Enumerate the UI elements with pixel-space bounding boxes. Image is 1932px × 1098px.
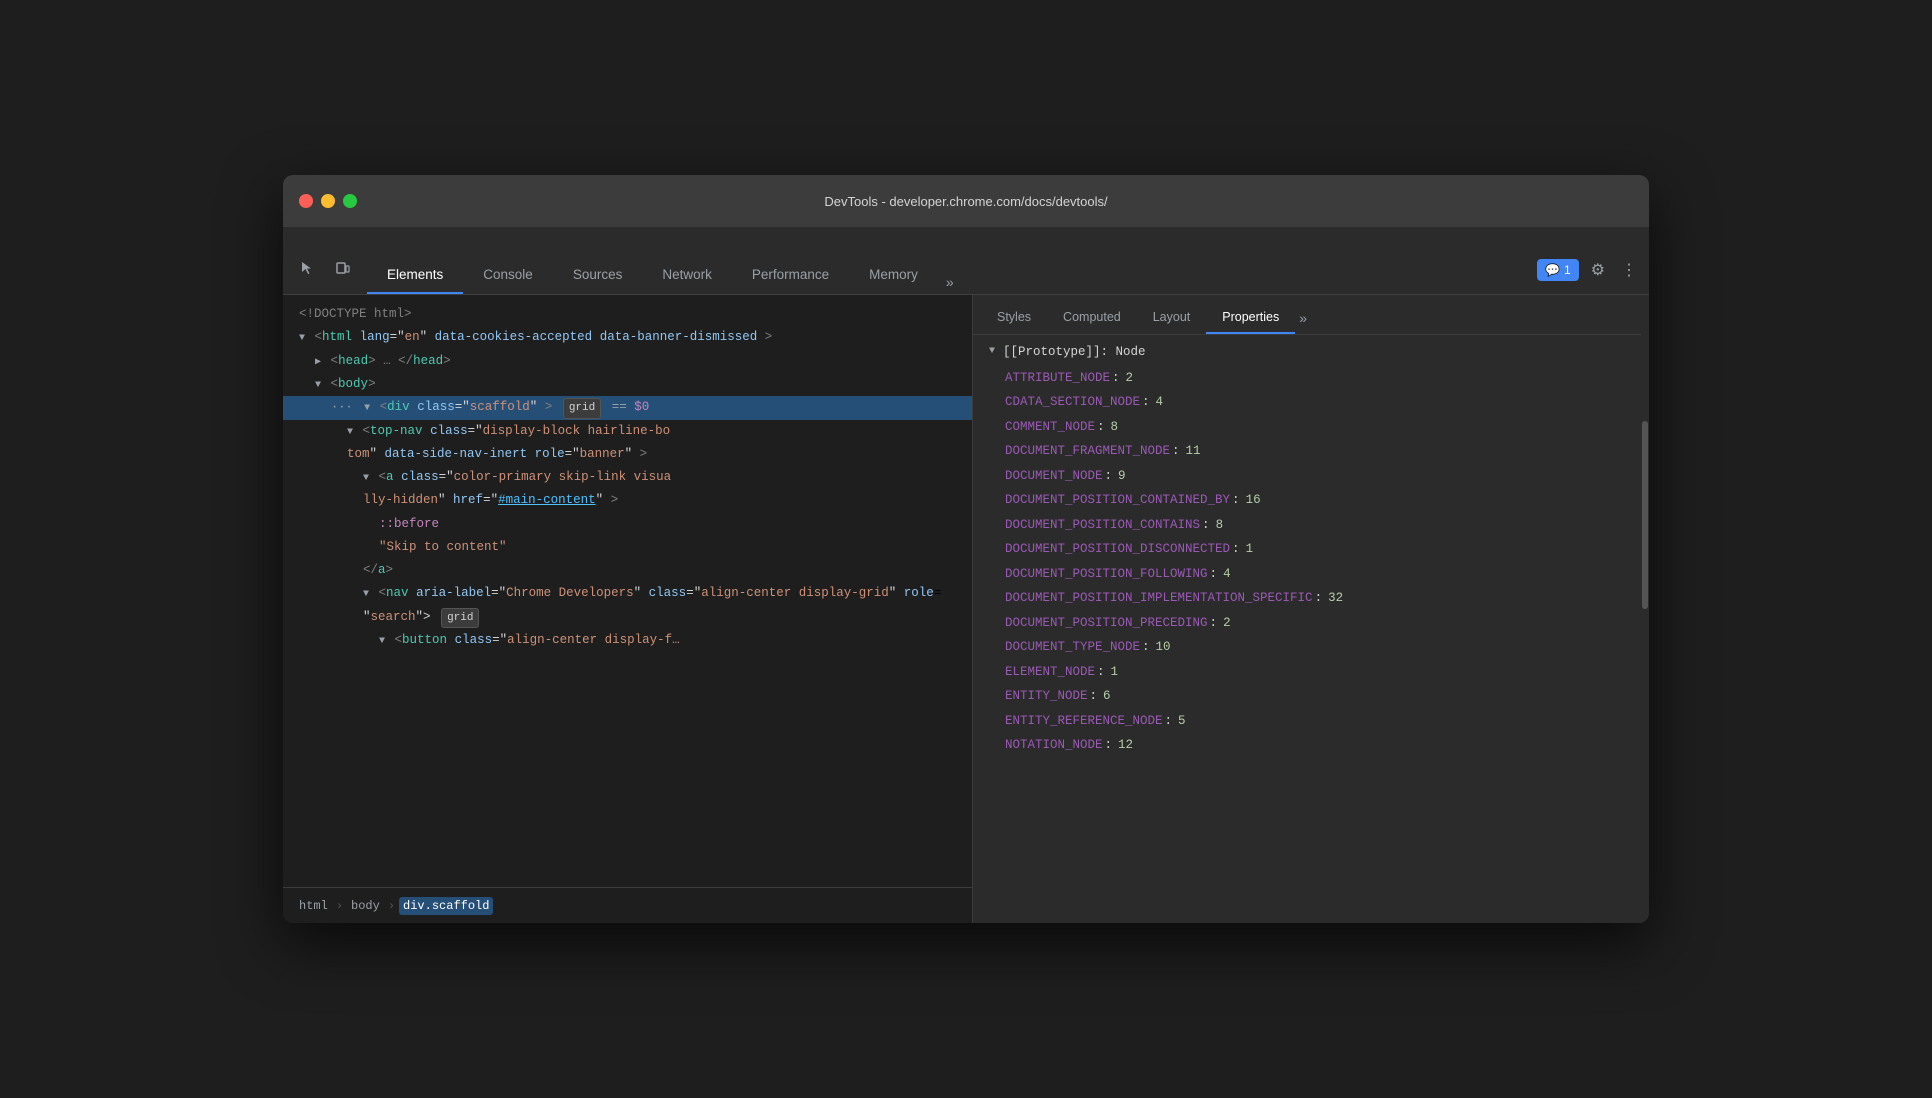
tab-sources[interactable]: Sources <box>553 257 643 294</box>
right-panel: Styles Computed Layout Properties » ▼ [[… <box>973 295 1649 923</box>
breadcrumb-html[interactable]: html <box>295 897 332 915</box>
prop-doc-pos-disconnected[interactable]: DOCUMENT_POSITION_DISCONNECTED : 1 <box>973 537 1649 562</box>
expand-arrow[interactable]: ▼ <box>299 333 305 344</box>
prop-doc-pos-preceding[interactable]: DOCUMENT_POSITION_PRECEDING : 2 <box>973 611 1649 636</box>
properties-content[interactable]: ▼ [[Prototype]]: Node ATTRIBUTE_NODE : 2… <box>973 335 1649 923</box>
prop-element-node[interactable]: ELEMENT_NODE : 1 <box>973 660 1649 685</box>
more-menu-icon[interactable]: ⋮ <box>1617 256 1641 284</box>
breadcrumb-scaffold[interactable]: div.scaffold <box>399 897 493 915</box>
breadcrumb-bar: html › body › div.scaffold <box>283 887 972 923</box>
tab-elements[interactable]: Elements <box>367 257 463 294</box>
expand-arrow[interactable]: ▼ <box>315 380 321 391</box>
dom-panel: <!DOCTYPE html> ▼ <html lang="en" data-c… <box>283 295 973 923</box>
tab-performance[interactable]: Performance <box>732 257 849 294</box>
expand-arrow[interactable]: ▼ <box>363 589 369 600</box>
prop-cdata-section-node[interactable]: CDATA_SECTION_NODE : 4 <box>973 390 1649 415</box>
dom-line-button[interactable]: ▼ <button class="align-center display-f… <box>283 629 972 652</box>
more-tabs-button[interactable]: » <box>938 270 962 294</box>
dom-line-scaffold[interactable]: ··· ▼ <div class="scaffold" > grid == $0 <box>283 396 972 420</box>
dom-line-doctype[interactable]: <!DOCTYPE html> <box>283 303 972 326</box>
minimize-button[interactable] <box>321 194 335 208</box>
settings-icon[interactable]: ⚙ <box>1587 256 1609 284</box>
tab-console[interactable]: Console <box>463 257 553 294</box>
expand-arrow[interactable]: ▼ <box>379 636 385 647</box>
prop-doc-type-node[interactable]: DOCUMENT_TYPE_NODE : 10 <box>973 635 1649 660</box>
dom-line-html[interactable]: ▼ <html lang="en" data-cookies-accepted … <box>283 326 972 349</box>
notification-count: 1 <box>1564 263 1571 277</box>
device-toggle-icon[interactable] <box>327 252 359 284</box>
notification-icon: 💬 <box>1545 263 1560 277</box>
grid-badge[interactable]: grid <box>563 398 601 419</box>
grid-badge-2[interactable]: grid <box>441 608 479 629</box>
traffic-lights <box>299 194 357 208</box>
proto-label: [[Prototype]]: Node <box>1003 341 1146 364</box>
dom-tree[interactable]: <!DOCTYPE html> ▼ <html lang="en" data-c… <box>283 295 972 887</box>
dom-line-nav[interactable]: ▼ <nav aria-label="Chrome Developers" cl… <box>283 582 972 605</box>
tab-bar-right: 💬 1 ⚙ ⋮ <box>1537 256 1641 294</box>
panel-tabs: Styles Computed Layout Properties » <box>973 295 1649 335</box>
tab-layout[interactable]: Layout <box>1137 302 1207 334</box>
dom-line-nav-cont[interactable]: "search"> grid <box>283 606 972 630</box>
dom-line-top-nav[interactable]: ▼ <top-nav class="display-block hairline… <box>283 420 972 443</box>
prop-doc-pos-impl[interactable]: DOCUMENT_POSITION_IMPLEMENTATION_SPECIFI… <box>973 586 1649 611</box>
notification-button[interactable]: 💬 1 <box>1537 259 1579 281</box>
expand-arrow[interactable]: ▶ <box>315 357 321 368</box>
tab-styles[interactable]: Styles <box>981 302 1047 334</box>
window-title: DevTools - developer.chrome.com/docs/dev… <box>824 194 1107 209</box>
close-button[interactable] <box>299 194 313 208</box>
expand-arrow[interactable]: ▼ <box>347 427 353 438</box>
maximize-button[interactable] <box>343 194 357 208</box>
dom-line-body[interactable]: ▼ <body> <box>283 373 972 396</box>
expand-arrow[interactable]: ▼ <box>364 403 370 414</box>
dom-line-before[interactable]: ::before <box>283 513 972 536</box>
tab-bar: Elements Console Sources Network Perform… <box>283 227 1649 295</box>
prop-doc-pos-contained[interactable]: DOCUMENT_POSITION_CONTAINED_BY : 16 <box>973 488 1649 513</box>
dom-line-a[interactable]: ▼ <a class="color-primary skip-link visu… <box>283 466 972 489</box>
prop-comment-node[interactable]: COMMENT_NODE : 8 <box>973 415 1649 440</box>
tab-network[interactable]: Network <box>642 257 732 294</box>
dots-btn[interactable]: ··· <box>331 400 353 414</box>
proto-section: ▼ [[Prototype]]: Node <box>973 339 1649 366</box>
dom-line-skip-text[interactable]: "Skip to content" <box>283 536 972 559</box>
dom-line-a-close[interactable]: </a> <box>283 559 972 582</box>
prop-notation-node[interactable]: NOTATION_NODE : 12 <box>973 733 1649 758</box>
tool-icons <box>291 252 359 294</box>
expand-arrow[interactable]: ▼ <box>363 473 369 484</box>
prop-attribute-node[interactable]: ATTRIBUTE_NODE : 2 <box>973 366 1649 391</box>
scrollbar-track[interactable] <box>1641 295 1649 923</box>
more-panel-tabs[interactable]: » <box>1295 302 1311 334</box>
tab-computed[interactable]: Computed <box>1047 302 1137 334</box>
prop-doc-pos-contains[interactable]: DOCUMENT_POSITION_CONTAINS : 8 <box>973 513 1649 538</box>
prop-doc-node[interactable]: DOCUMENT_NODE : 9 <box>973 464 1649 489</box>
prop-doc-pos-following[interactable]: DOCUMENT_POSITION_FOLLOWING : 4 <box>973 562 1649 587</box>
section-arrow[interactable]: ▼ <box>989 343 995 361</box>
dom-line-head[interactable]: ▶ <head> … </head> <box>283 350 972 373</box>
dom-line-top-nav-cont[interactable]: tom" data-side-nav-inert role="banner" > <box>283 443 972 466</box>
tab-memory[interactable]: Memory <box>849 257 938 294</box>
prop-entity-node[interactable]: ENTITY_NODE : 6 <box>973 684 1649 709</box>
title-bar: DevTools - developer.chrome.com/docs/dev… <box>283 175 1649 227</box>
breadcrumb-body[interactable]: body <box>347 897 384 915</box>
prop-doc-frag-node[interactable]: DOCUMENT_FRAGMENT_NODE : 11 <box>973 439 1649 464</box>
main-tabs: Elements Console Sources Network Perform… <box>367 257 1537 294</box>
main-content: <!DOCTYPE html> ▼ <html lang="en" data-c… <box>283 295 1649 923</box>
dom-line-a-cont[interactable]: lly-hidden" href="#main-content" > <box>283 489 972 512</box>
devtools-window: DevTools - developer.chrome.com/docs/dev… <box>283 175 1649 923</box>
prop-entity-ref-node[interactable]: ENTITY_REFERENCE_NODE : 5 <box>973 709 1649 734</box>
tab-properties[interactable]: Properties <box>1206 302 1295 334</box>
select-element-icon[interactable] <box>291 252 323 284</box>
scrollbar-thumb[interactable] <box>1642 421 1648 609</box>
